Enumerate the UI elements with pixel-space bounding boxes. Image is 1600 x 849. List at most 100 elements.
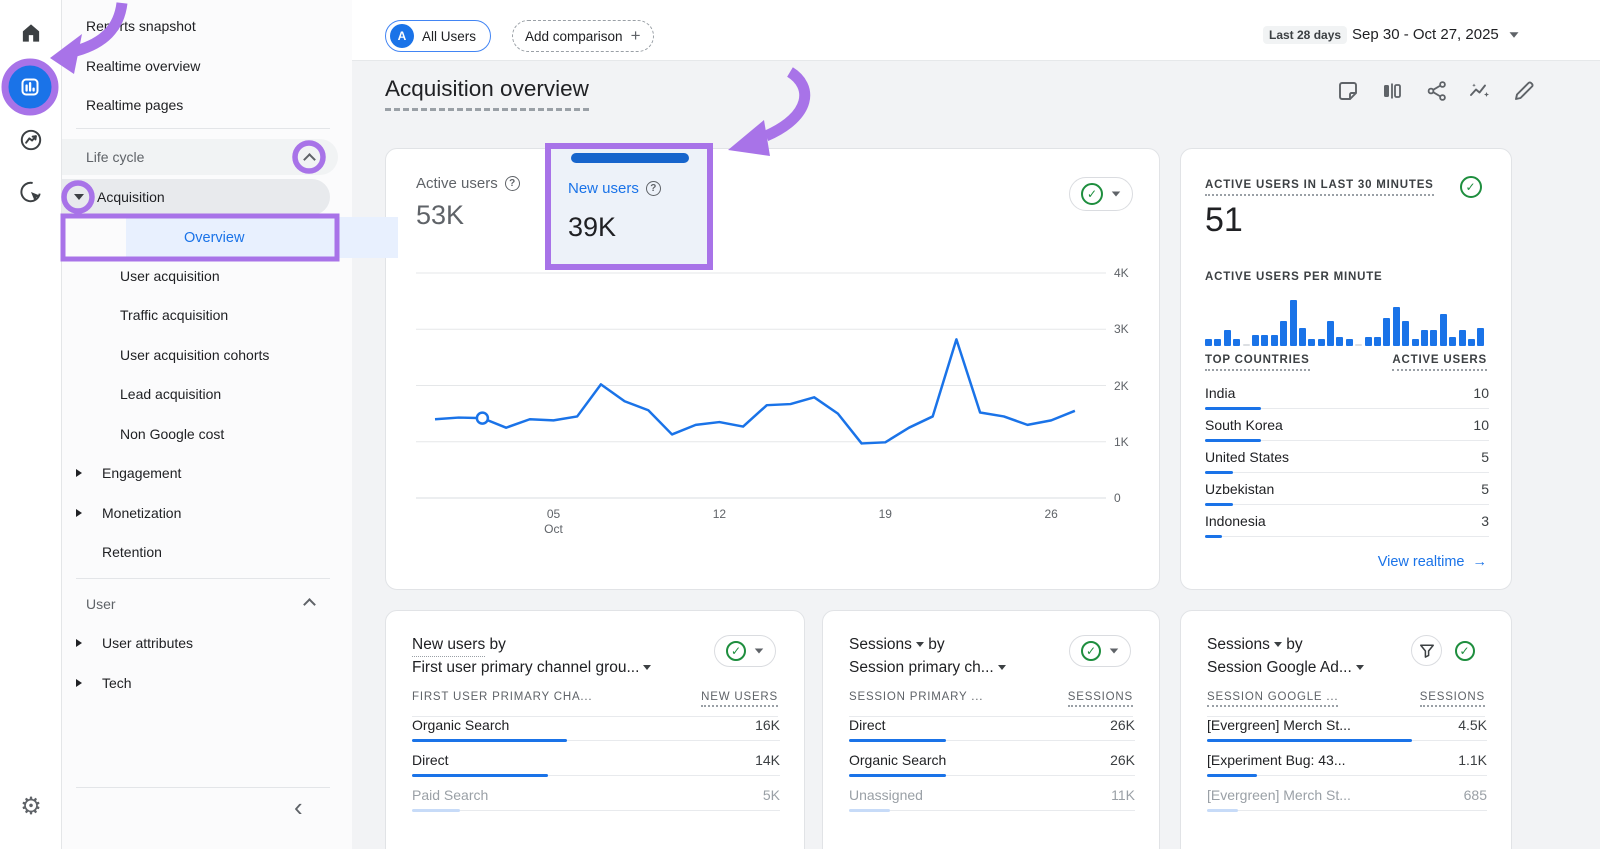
nav-section-user[interactable]: User — [86, 596, 116, 612]
minute-bar — [1280, 321, 1287, 346]
minute-bar — [1459, 330, 1466, 346]
nav-item-label: Acquisition — [97, 189, 165, 205]
row-value: 14K — [755, 752, 780, 768]
insights-icon[interactable] — [1468, 79, 1492, 103]
minute-bar — [1214, 339, 1221, 346]
explore-icon[interactable] — [15, 124, 47, 156]
nav-user-acquisition-cohorts[interactable]: User acquisition cohorts — [120, 347, 269, 363]
caret-down-icon[interactable] — [74, 194, 84, 200]
minute-bar — [1243, 344, 1250, 346]
caret-right-icon[interactable] — [76, 509, 82, 517]
active-users-per-minute-bar-chart[interactable] — [1205, 297, 1491, 346]
notes-icon[interactable] — [1336, 79, 1360, 103]
nav-engagement[interactable]: Engagement — [102, 465, 181, 481]
caret-right-icon[interactable] — [76, 639, 82, 647]
nav-retention[interactable]: Retention — [102, 544, 162, 560]
metric-active-users[interactable]: Active users ? 53K — [416, 175, 520, 231]
nav-realtime-overview[interactable]: Realtime overview — [86, 58, 200, 74]
table-row[interactable]: India10 — [1205, 385, 1489, 417]
card-title[interactable]: Sessions by Session Google Ad... — [1207, 633, 1364, 679]
nav-item-overview-selected[interactable]: Overview — [126, 217, 398, 258]
table-row[interactable]: [Experiment Bug: 43...1.1K — [1207, 752, 1487, 787]
chevron-up-icon[interactable] — [303, 598, 316, 611]
active-users-30min-value: 51 — [1205, 201, 1243, 240]
channel-table: Direct26KOrganic Search26KUnassigned11K — [849, 717, 1135, 822]
nav-reports-snapshot[interactable]: Reports snapshot — [86, 18, 196, 34]
table-row[interactable]: South Korea10 — [1205, 417, 1489, 449]
metric-column-header[interactable]: NEW USERS — [701, 691, 778, 707]
add-comparison-button[interactable]: Add comparison + — [512, 20, 654, 52]
table-row[interactable]: Paid Search5K — [412, 787, 780, 822]
nav-tech[interactable]: Tech — [102, 675, 132, 691]
segment-chip-all-users[interactable]: A All Users — [385, 20, 491, 52]
users-line-chart[interactable] — [416, 269, 1106, 499]
row-value-bar — [1207, 774, 1257, 778]
minute-bar — [1233, 339, 1240, 346]
caret-right-icon[interactable] — [76, 679, 82, 687]
card-title[interactable]: New users by First user primary channel … — [412, 633, 651, 679]
help-icon[interactable]: ? — [505, 176, 520, 191]
nav-traffic-acquisition[interactable]: Traffic acquisition — [120, 307, 228, 323]
filter-funnel-icon[interactable] — [1411, 635, 1442, 666]
minute-bar — [1224, 330, 1231, 346]
table-row[interactable]: Direct26K — [849, 717, 1135, 752]
dimension-column-header[interactable]: SESSION GOOGLE ... — [1207, 691, 1338, 707]
edit-icon[interactable] — [1512, 79, 1536, 103]
help-icon[interactable]: ? — [646, 181, 661, 196]
nav-user-attributes[interactable]: User attributes — [102, 635, 193, 651]
table-row[interactable]: United States5 — [1205, 449, 1489, 481]
row-value: 685 — [1464, 787, 1487, 803]
table-row[interactable]: [Evergreen] Merch St...685 — [1207, 787, 1487, 822]
nav-user-acquisition[interactable]: User acquisition — [120, 268, 220, 284]
data-quality-dropdown[interactable]: ✓ — [714, 635, 776, 667]
row-value-bar — [849, 739, 946, 743]
row-value: 26K — [1110, 717, 1135, 733]
data-quality-dropdown[interactable]: ✓ — [1069, 635, 1131, 667]
data-quality-dropdown[interactable]: ✓ — [1069, 177, 1133, 211]
advertising-icon[interactable] — [15, 176, 47, 208]
nav-monetization[interactable]: Monetization — [102, 505, 181, 521]
caret-right-icon[interactable] — [76, 469, 82, 477]
settings-gear-icon[interactable]: ⚙ — [15, 790, 47, 822]
minute-bar — [1336, 337, 1343, 346]
annotation-arrow-new-users — [766, 72, 805, 136]
dimension-selector[interactable]: Session primary ch... — [849, 659, 994, 676]
table-row[interactable]: [Evergreen] Merch St...4.5K — [1207, 717, 1487, 752]
table-row[interactable]: Direct14K — [412, 752, 780, 787]
metric-column-header[interactable]: SESSIONS — [1068, 691, 1133, 707]
metric-selector[interactable]: Sessions — [1207, 636, 1270, 653]
reports-icon[interactable] — [8, 65, 52, 109]
card-title[interactable]: Sessions by Session primary ch... — [849, 633, 1006, 679]
minute-bar — [1299, 328, 1306, 346]
active-users-header: ACTIVE USERS — [1392, 354, 1487, 371]
chevron-up-icon[interactable] — [303, 153, 316, 166]
date-range-picker[interactable]: Sep 30 - Oct 27, 2025 — [1352, 26, 1519, 43]
nav-lead-acquisition[interactable]: Lead acquisition — [120, 386, 221, 402]
dimension-selector[interactable]: First user primary channel grou... — [412, 659, 639, 676]
table-column-headers: FIRST USER PRIMARY CHA... NEW USERS — [412, 691, 778, 717]
nav-item-acquisition[interactable]: Acquisition — [62, 179, 330, 215]
nav-realtime-pages[interactable]: Realtime pages — [86, 97, 183, 113]
metric-selector[interactable]: Sessions — [849, 636, 912, 653]
row-label: United States — [1205, 449, 1289, 465]
dimension-selector[interactable]: Session Google Ad... — [1207, 659, 1352, 676]
segment-badge: A — [390, 24, 414, 48]
dimension-column-header: SESSION PRIMARY ... — [849, 691, 983, 707]
metric-new-users-selected[interactable]: New users ? 39K — [550, 148, 710, 267]
nav-non-google-cost[interactable]: Non Google cost — [120, 426, 224, 442]
home-icon[interactable] — [15, 17, 47, 49]
share-icon[interactable] — [1425, 79, 1449, 103]
data-quality-icon[interactable]: ✓ — [1449, 635, 1480, 666]
table-row[interactable]: Indonesia3 — [1205, 513, 1489, 545]
view-realtime-link[interactable]: View realtime → — [1378, 554, 1487, 570]
table-row[interactable]: Organic Search26K — [849, 752, 1135, 787]
collapse-nav-chevron-left[interactable]: ‹ — [294, 794, 303, 820]
metric-column-header[interactable]: SESSIONS — [1420, 691, 1485, 707]
comparison-icon[interactable] — [1380, 79, 1404, 103]
table-row[interactable]: Organic Search16K — [412, 717, 780, 752]
table-row[interactable]: Unassigned11K — [849, 787, 1135, 822]
table-row[interactable]: Uzbekistan5 — [1205, 481, 1489, 513]
data-quality-icon[interactable]: ✓ — [1455, 171, 1486, 202]
title-by: by — [490, 636, 506, 653]
nav-section-life-cycle[interactable]: Life cycle — [62, 139, 338, 175]
